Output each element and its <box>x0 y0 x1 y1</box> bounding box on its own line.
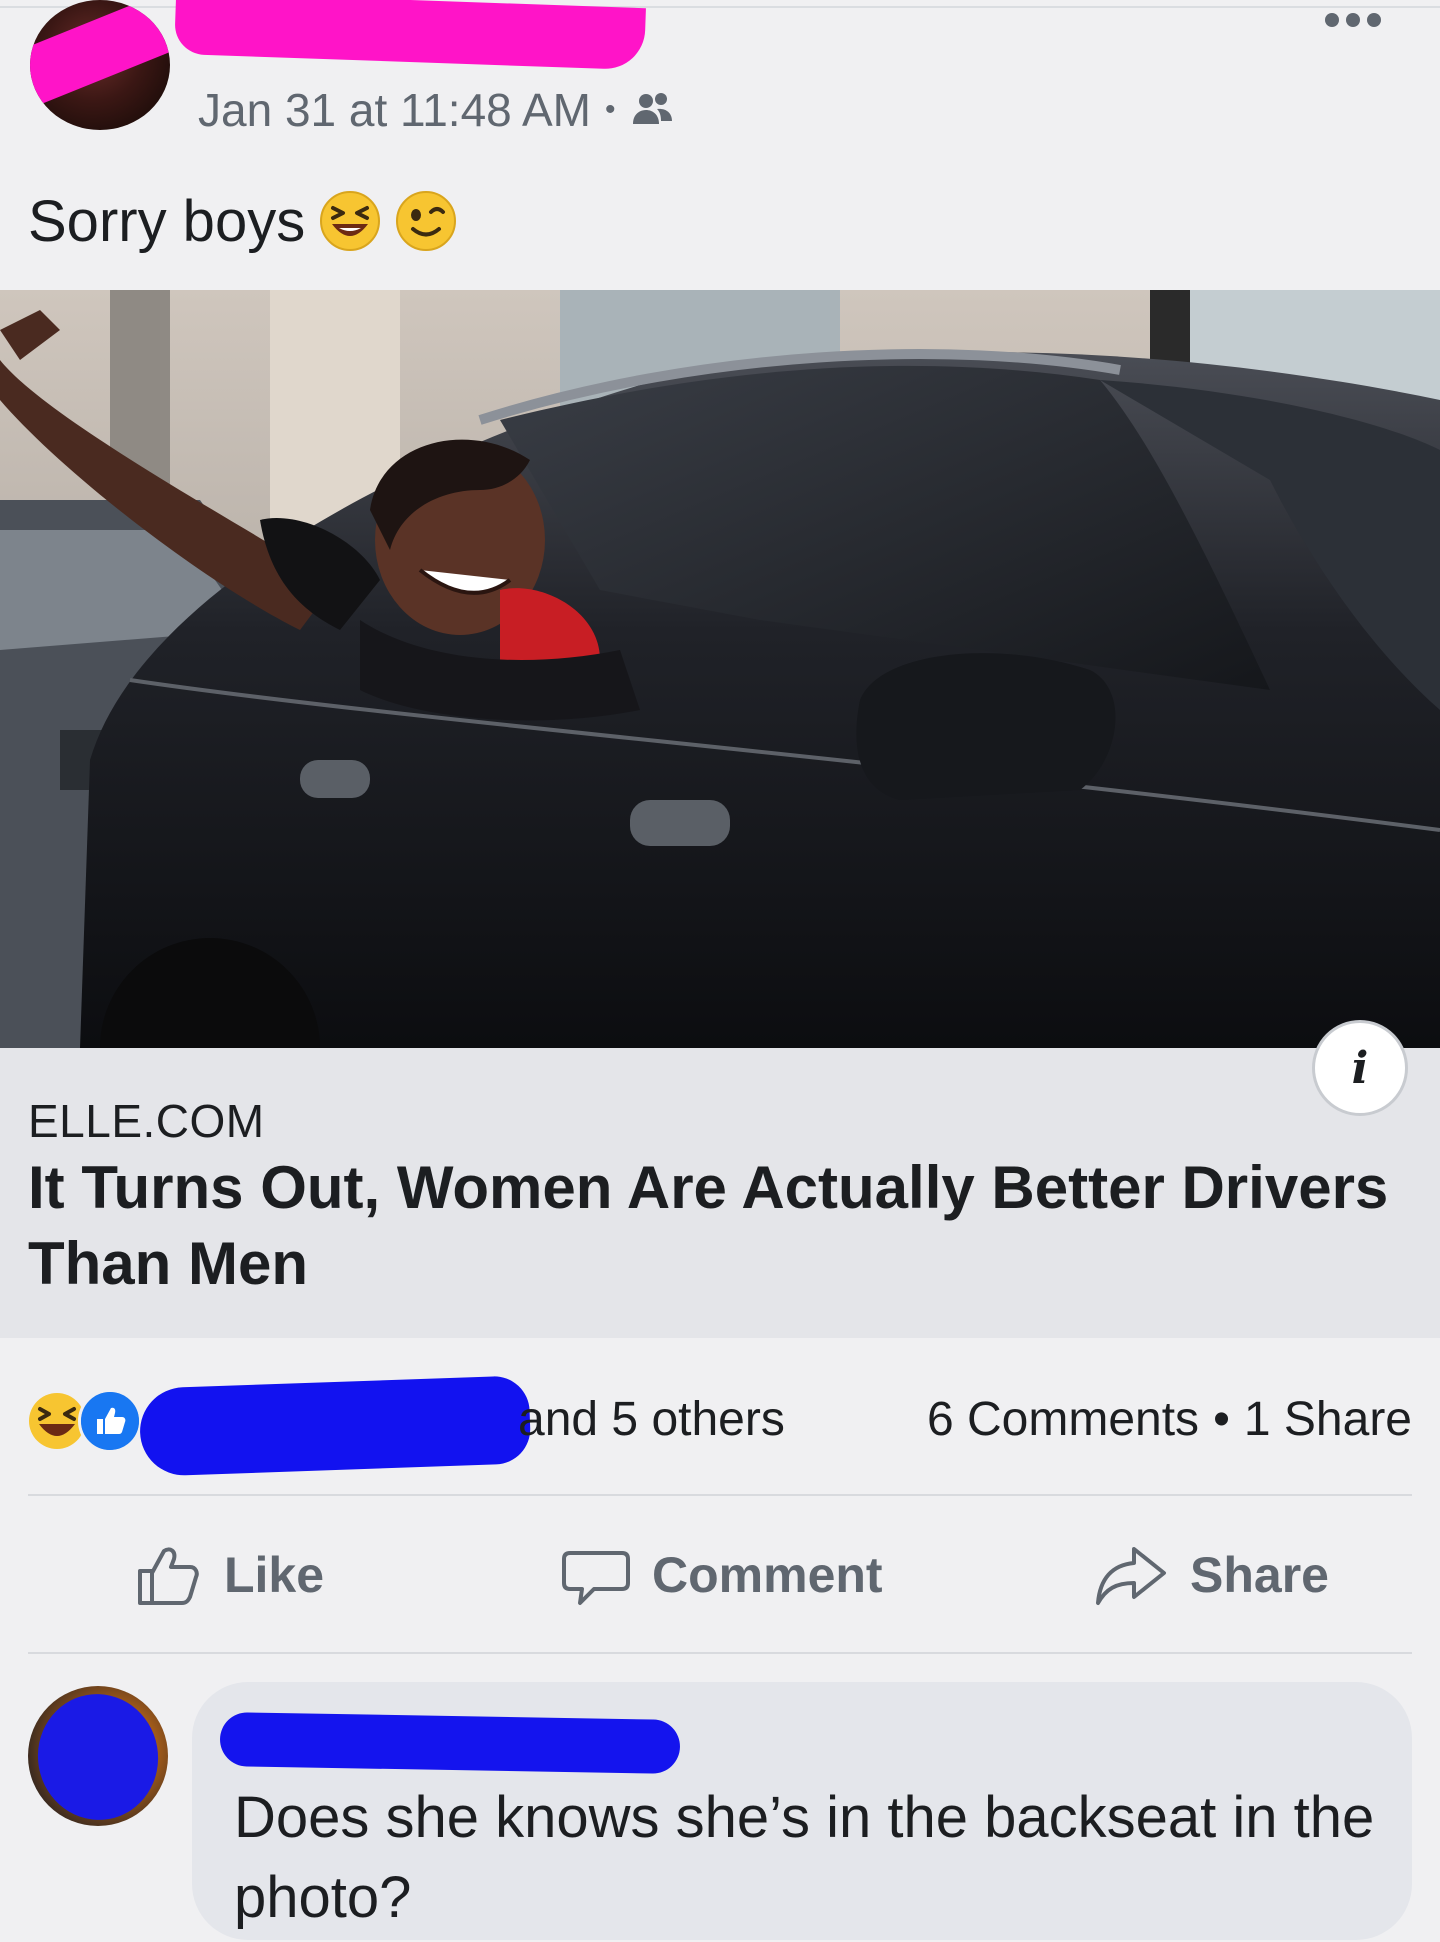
post-body: Sorry boys <box>28 186 457 256</box>
shares-count[interactable]: 1 Share <box>1244 1390 1412 1450</box>
link-headline[interactable]: It Turns Out, Women Are Actually Better … <box>28 1150 1408 1302</box>
car-photo-image <box>0 290 1440 1048</box>
more-options-icon[interactable] <box>1325 10 1393 30</box>
comment-button[interactable]: Comment <box>560 1540 883 1610</box>
friends-icon[interactable] <box>630 90 674 130</box>
like-label: Like <box>224 1547 325 1603</box>
counts-separator: • <box>1213 1393 1230 1446</box>
comment-text: Does she knows she’s in the backseat in … <box>234 1785 1375 1930</box>
reactors-text[interactable]: and 5 others <box>518 1390 785 1450</box>
commenter-name-redaction <box>219 1711 681 1775</box>
share-arrow-icon <box>1096 1547 1166 1605</box>
divider <box>28 1494 1412 1496</box>
share-button[interactable]: Share <box>1094 1540 1329 1610</box>
poster-avatar[interactable] <box>30 0 170 130</box>
laughing-emoji-icon <box>320 191 381 251</box>
poster-name-redaction <box>174 0 646 71</box>
comment-bubble-icon <box>562 1551 630 1605</box>
info-icon[interactable]: i <box>1312 1020 1408 1116</box>
link-preview-photo[interactable] <box>0 290 1440 1048</box>
like-button[interactable]: Like <box>132 1540 324 1610</box>
meta-separator: • <box>604 93 616 126</box>
engagement-counts: 6 Comments • 1 Share <box>927 1390 1412 1450</box>
link-domain: ELLE.COM <box>28 1095 265 1147</box>
comments-count[interactable]: 6 Comments <box>927 1390 1199 1450</box>
like-reaction-icon[interactable] <box>78 1389 142 1453</box>
reactor-names-redaction <box>138 1375 532 1477</box>
post-action-bar: Like Comment Share <box>0 1500 1440 1650</box>
avatar-redaction <box>30 0 170 118</box>
share-label: Share <box>1190 1547 1329 1603</box>
winking-emoji-icon <box>396 191 457 251</box>
post-meta: Jan 31 at 11:48 AM • <box>198 80 674 140</box>
post-timestamp[interactable]: Jan 31 at 11:48 AM <box>198 83 591 137</box>
post-text: Sorry boys <box>28 188 306 254</box>
commenter-avatar-redaction <box>28 1686 168 1826</box>
comment-label: Comment <box>652 1547 883 1603</box>
divider <box>28 1652 1412 1654</box>
commenter-avatar[interactable] <box>28 1686 168 1826</box>
reactions-summary: and 5 others 6 Comments • 1 Share <box>0 1370 1440 1477</box>
thumbs-up-icon <box>138 1547 199 1605</box>
